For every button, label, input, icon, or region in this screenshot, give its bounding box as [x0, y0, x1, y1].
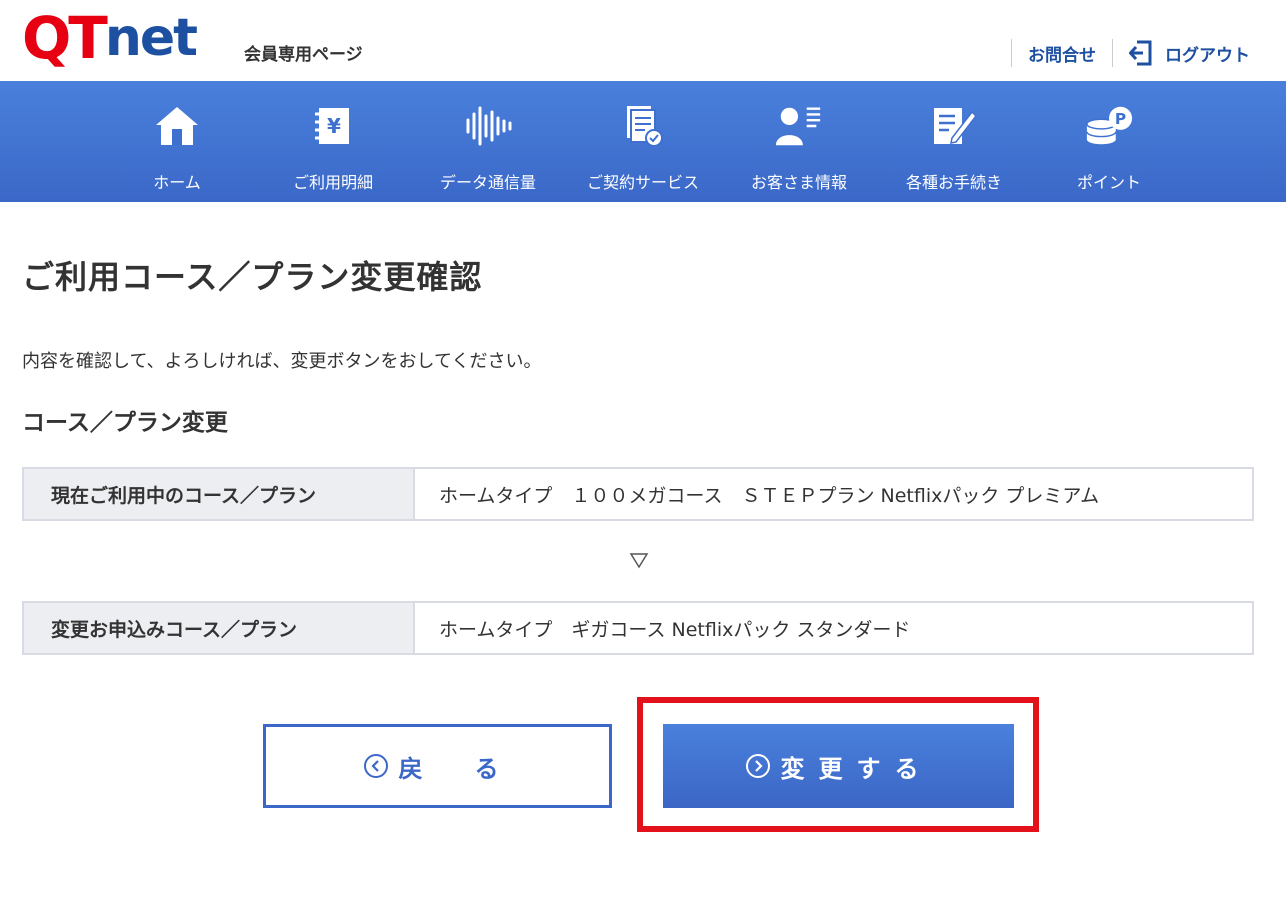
- nav-item-customer-info[interactable]: お客さま情報: [729, 81, 869, 202]
- svg-text:¥: ¥: [327, 114, 341, 138]
- contact-link[interactable]: お問合せ: [1012, 41, 1112, 66]
- qtnet-logo[interactable]: QT net: [22, 8, 198, 68]
- new-plan-row: 変更お申込みコース／プラン ホームタイプ ギガコース Netflixパック スタ…: [22, 601, 1254, 655]
- svg-text:P: P: [1115, 110, 1126, 128]
- procedure-pen-icon: [929, 103, 979, 149]
- nav-item-procedures[interactable]: 各種お手続き: [884, 81, 1024, 202]
- nav-label: ご契約サービス: [586, 173, 699, 192]
- data-usage-icon: [463, 103, 513, 149]
- customer-info-icon: [774, 103, 824, 149]
- nav-label: ホーム: [153, 173, 201, 192]
- arrow-down-icon: [629, 553, 649, 569]
- chevron-right-circle-icon: [745, 754, 770, 778]
- nav-label: データ通信量: [439, 173, 536, 192]
- change-button-label: 変更する: [780, 754, 933, 783]
- new-plan-label: 変更お申込みコース／プラン: [24, 603, 415, 653]
- back-button-label: 戻 る: [398, 754, 513, 783]
- contract-doc-icon: [618, 103, 668, 149]
- point-coins-icon: P: [1084, 103, 1134, 149]
- nav-label: ご利用明細: [292, 173, 373, 192]
- home-icon: [152, 103, 202, 149]
- current-plan-value: ホームタイプ １００メガコース ＳＴＥＰプラン Netflixパック プレミアム: [439, 484, 1100, 507]
- chevron-left-circle-icon: [363, 754, 388, 778]
- section-title: コース／プラン変更: [22, 410, 228, 436]
- nav-item-home[interactable]: ホーム: [107, 81, 247, 202]
- current-plan-label: 現在ご利用中のコース／プラン: [24, 469, 415, 519]
- member-page-label: 会員専用ページ: [244, 45, 363, 65]
- header-links: お問合せ ログアウト: [1011, 38, 1266, 68]
- billing-yen-icon: ¥: [308, 103, 358, 149]
- site-header: QT net 会員専用ページ お問合せ ログアウト: [0, 0, 1286, 81]
- nav-item-data-usage[interactable]: データ通信量: [418, 81, 558, 202]
- logout-label: ログアウト: [1165, 45, 1250, 66]
- page-title: ご利用コース／プラン変更確認: [22, 258, 483, 296]
- new-plan-value: ホームタイプ ギガコース Netflixパック スタンダード: [439, 618, 911, 641]
- nav-label: 各種お手続き: [905, 173, 1002, 192]
- change-button[interactable]: 変更する: [663, 724, 1014, 808]
- logout-icon: [1129, 40, 1152, 66]
- main-nav: ホーム ¥ ご利用明細 データ通信量 ご契約サービス お客さま情報 各種お手続き…: [0, 81, 1286, 202]
- intro-text: 内容を確認して、よろしければ、変更ボタンをおしてください。: [22, 351, 542, 372]
- back-button[interactable]: 戻 る: [263, 724, 612, 808]
- nav-item-billing[interactable]: ¥ ご利用明細: [263, 81, 403, 202]
- nav-item-points[interactable]: P ポイント: [1039, 81, 1179, 202]
- nav-item-contract[interactable]: ご契約サービス: [573, 81, 713, 202]
- nav-label: ポイント: [1076, 173, 1141, 192]
- nav-label: お客さま情報: [750, 173, 847, 192]
- logout-link[interactable]: ログアウト: [1113, 39, 1266, 67]
- current-plan-row: 現在ご利用中のコース／プラン ホームタイプ １００メガコース ＳＴＥＰプラン N…: [22, 467, 1254, 521]
